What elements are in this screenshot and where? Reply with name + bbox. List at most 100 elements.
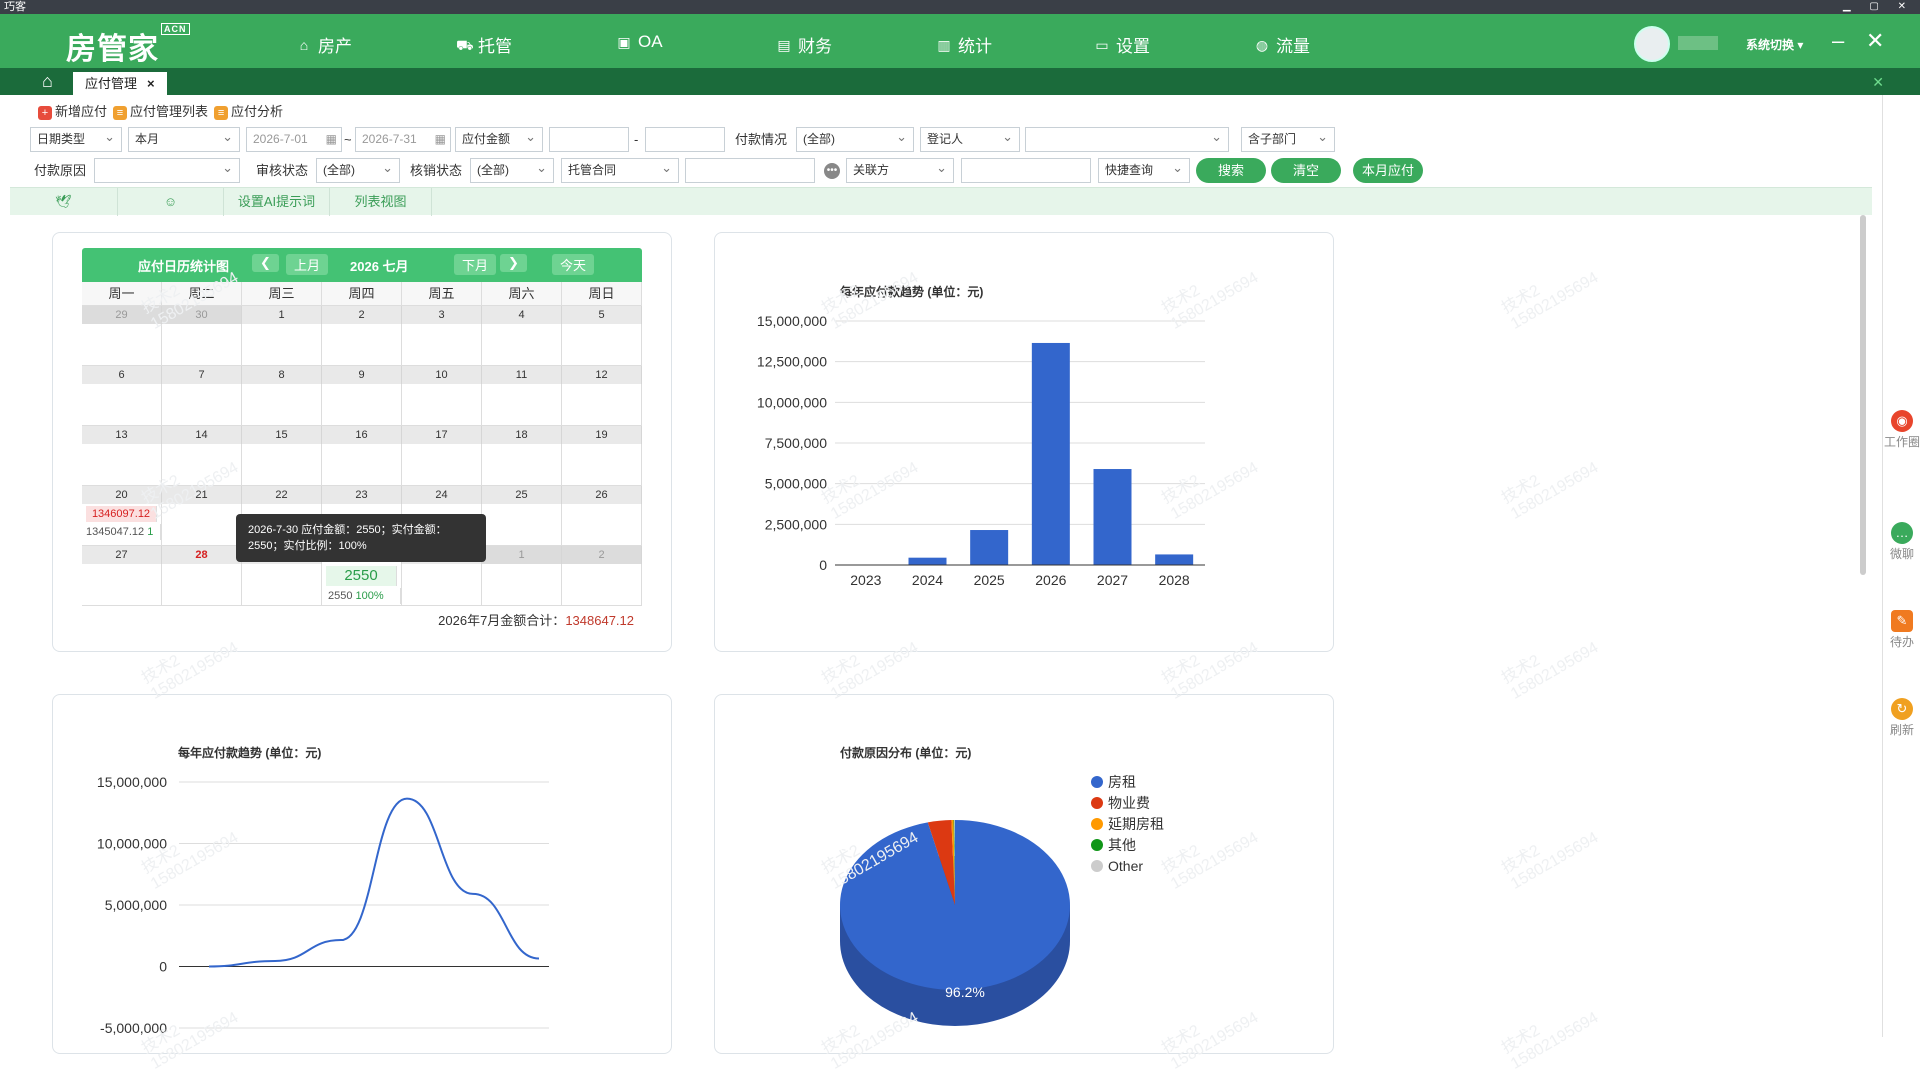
calendar-day-number[interactable]: 20 [82,486,162,504]
calendar-day-number[interactable]: 18 [482,426,562,444]
calendar-day-number[interactable]: 27 [82,546,162,564]
home-tab-icon[interactable]: ⌂ [42,71,64,91]
calendar-day-number[interactable]: 9 [322,366,402,384]
calendar-day-cell[interactable] [242,444,322,486]
contract-select[interactable]: 托管合同 [561,156,679,183]
calendar-day-number[interactable]: 25 [482,486,562,504]
calendar-day-number[interactable]: 5 [562,306,642,324]
calendar-day-cell[interactable] [562,324,642,366]
calendar-day-cell[interactable]: 1346097.12 1345047.12 1 [82,504,162,546]
refresh-button[interactable]: ↻ 刷新 [1884,698,1920,737]
main-scrollbar[interactable] [1860,215,1866,575]
list-view-button[interactable]: 列表视图 [330,188,432,216]
system-switch-button[interactable]: 系统切换 ▾ [1746,36,1803,53]
verify-select[interactable]: (全部) [470,156,554,183]
calendar-day-cell[interactable] [82,564,162,606]
calendar-day-number[interactable]: 21 [162,486,242,504]
party-select[interactable]: 关联方 [846,156,954,183]
amount-min-input[interactable] [549,127,629,152]
close-button[interactable]: ✕ [1866,28,1884,54]
ai-prompt-button[interactable]: 设置AI提示词 [224,188,330,216]
amount-type-select[interactable]: 应付金额 [455,125,543,152]
calendar-day-number[interactable]: 2 [562,546,642,564]
calendar-day-number[interactable]: 29 [82,306,162,324]
registrant-select[interactable]: 登记人 [920,125,1020,152]
calendar-day-cell[interactable] [242,564,322,606]
calendar-day-number[interactable]: 1 [242,306,322,324]
calendar-day-number[interactable]: 16 [322,426,402,444]
calendar-day-number[interactable]: 1 [482,546,562,564]
party-input[interactable] [961,158,1091,183]
payable-analysis-link[interactable]: ≡ 应付分析 [214,101,283,120]
calendar-day-cell[interactable] [402,324,482,366]
calendar-day-number[interactable]: 7 [162,366,242,384]
month-payable-button[interactable]: 本月应付 [1353,158,1423,183]
calendar-day-number[interactable]: 24 [402,486,482,504]
calendar-day-number[interactable]: 19 [562,426,642,444]
prev-month-button[interactable]: 上月 [286,254,329,275]
nav-item-finance[interactable]: ▤ 财务 [776,32,832,57]
calendar-day-number[interactable]: 8 [242,366,322,384]
calendar-day-cell[interactable] [402,384,482,426]
calendar-day-number[interactable]: 13 [82,426,162,444]
pay-status-select[interactable]: (全部) [796,125,914,152]
period-select[interactable]: 本月 [128,125,240,152]
clear-button[interactable]: 清空 [1271,158,1341,183]
quick-query-select[interactable]: 快捷查询 [1098,156,1190,183]
calendar-day-cell[interactable] [482,444,562,486]
calendar-day-cell[interactable] [82,384,162,426]
calendar-day-number[interactable]: 6 [82,366,162,384]
calendar-day-cell[interactable] [322,384,402,426]
work-circle-button[interactable]: ◉ 工作圈 [1884,410,1920,449]
calendar-day-cell[interactable] [322,324,402,366]
next-next-button[interactable]: ❯ [500,254,527,272]
calendar-day-number[interactable]: 22 [242,486,322,504]
calendar-day-number[interactable]: 14 [162,426,242,444]
tab-payable-management[interactable]: 应付管理 × [73,72,167,95]
date-to-input[interactable]: 2026-7-31 ▦ [355,127,451,152]
today-button[interactable]: 今天 [552,254,595,275]
amount-max-input[interactable] [645,127,725,152]
dept-select[interactable]: 含子部门 [1241,125,1335,152]
next-month-button[interactable]: 下月 [454,254,497,275]
calendar-day-number[interactable]: 10 [402,366,482,384]
calendar-day-cell[interactable] [482,384,562,426]
close-all-tabs-icon[interactable]: ✕ [1872,74,1884,91]
avatar[interactable] [1634,26,1670,62]
todo-button[interactable]: ✎ 待办 [1884,610,1920,649]
bird-icon[interactable]: 🕊 [10,188,118,216]
audit-select[interactable]: (全部) [316,156,400,183]
calendar-day-number[interactable]: 11 [482,366,562,384]
date-type-select[interactable]: 日期类型 [30,125,122,152]
calendar-day-cell[interactable] [162,324,242,366]
calendar-day-cell[interactable] [162,384,242,426]
calendar-day-number[interactable]: 23 [322,486,402,504]
date-from-input[interactable]: 2026-7-01 ▦ [246,127,342,152]
contract-input[interactable] [685,158,815,183]
calendar-day-number[interactable]: 2 [322,306,402,324]
calendar-day-number[interactable]: 12 [562,366,642,384]
calendar-day-cell[interactable] [242,384,322,426]
calendar-day-cell[interactable] [562,564,642,606]
assistant-avatar-icon[interactable]: ☺ [118,188,224,216]
calendar-day-cell[interactable] [162,564,242,606]
prev-prev-button[interactable]: ❮ [252,254,279,272]
calendar-day-cell[interactable] [322,444,402,486]
calendar-day-cell[interactable] [162,444,242,486]
calendar-day-cell[interactable] [242,324,322,366]
nav-item-settings[interactable]: ▭ 设置 [1094,32,1150,57]
close-icon[interactable]: × [147,76,155,91]
nav-item-oa[interactable]: ▣ OA [616,32,662,52]
calendar-day-cell[interactable] [82,324,162,366]
calendar-day-number[interactable]: 30 [162,306,242,324]
calendar-day-cell[interactable]: 2550 2550 100% [322,564,402,606]
calendar-day-number[interactable]: 17 [402,426,482,444]
search-button[interactable]: 搜索 [1196,158,1266,183]
nav-item-traffic[interactable]: ◍ 流量 [1254,32,1310,57]
calendar-day-cell[interactable] [82,444,162,486]
calendar-day-number[interactable]: 15 [242,426,322,444]
add-payable-link[interactable]: + 新增应付 [38,101,107,120]
minimize-button[interactable]: – [1832,28,1844,54]
reason-select[interactable] [94,156,240,183]
nav-item-trust[interactable]: ⛟ 托管 [456,32,512,57]
